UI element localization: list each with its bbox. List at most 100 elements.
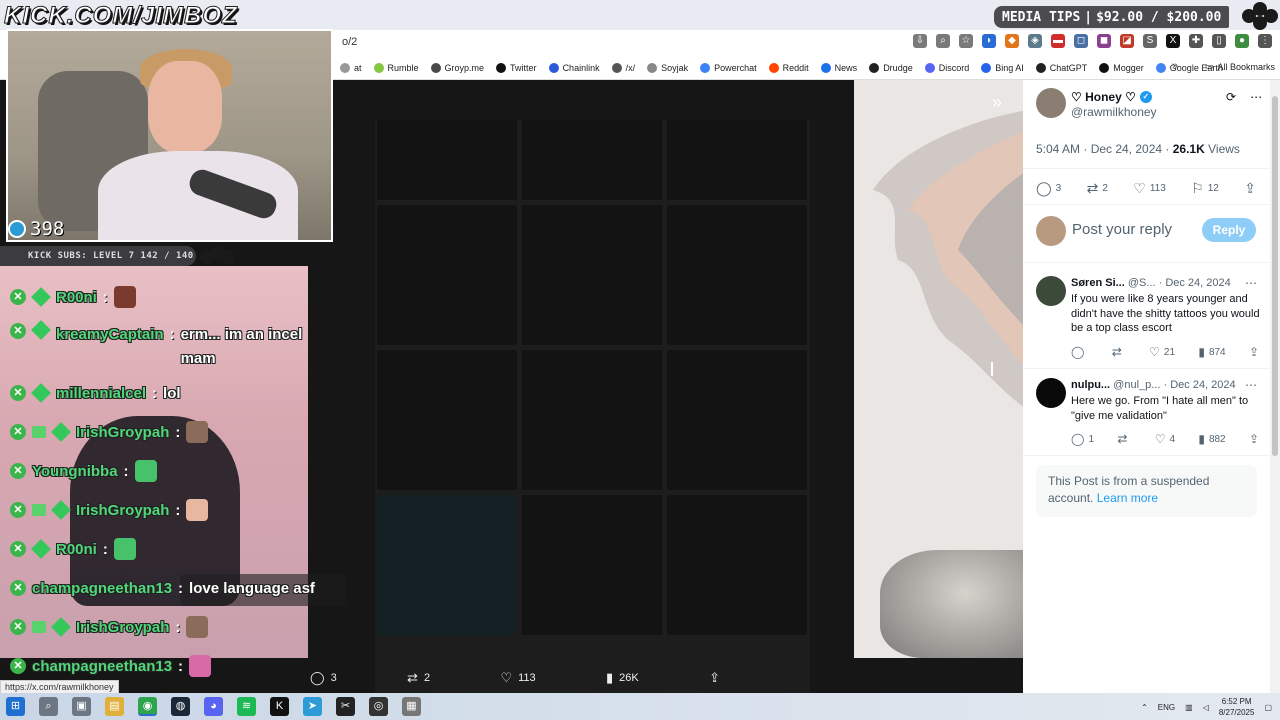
share-button[interactable]: ⇪ [709, 670, 720, 686]
telegram-icon[interactable]: ➤ [303, 697, 322, 716]
search-icon[interactable]: ⌕ [39, 697, 58, 716]
chat-username[interactable]: IrishGroypah [76, 424, 169, 441]
reply-share-button[interactable]: ⇪ [1249, 345, 1259, 359]
star-icon[interactable]: ☆ [959, 34, 973, 48]
author-name[interactable]: ♡ Honey ♡ ✓ [1071, 90, 1152, 104]
bookmark-item[interactable]: ChatGPT [1035, 62, 1087, 73]
task-view-icon[interactable]: ▣ [72, 697, 91, 716]
reply-author-name[interactable]: nulpu... [1071, 379, 1110, 391]
reply-avatar[interactable] [1036, 378, 1066, 408]
author-avatar[interactable] [1036, 88, 1066, 118]
reply-date[interactable]: · Dec 24, 2024 [1159, 277, 1231, 289]
bookmark-item[interactable]: Rumble [373, 62, 419, 73]
sidepanel-icon[interactable]: ▯ [1212, 34, 1226, 48]
install-icon[interactable]: ⇩ [913, 34, 927, 48]
volume-icon[interactable]: ◁ [1203, 703, 1209, 712]
author-handle[interactable]: @rawmilkhoney [1071, 105, 1157, 119]
reply-author-name[interactable]: Søren Si... [1071, 277, 1125, 289]
repost-button[interactable]: ⇄ 2 [407, 670, 430, 686]
menu-icon[interactable]: ⋮ [1258, 34, 1272, 48]
learn-more-link[interactable]: Learn more [1097, 491, 1158, 505]
bookmark-item[interactable]: Mogger [1099, 62, 1144, 73]
file-explorer-icon[interactable]: ▤ [105, 697, 124, 716]
reply-author-handle[interactable]: @nul_p... [1113, 379, 1160, 391]
network-icon[interactable]: ▥ [1185, 703, 1193, 712]
reply-like-button[interactable]: ♡ 21 [1149, 345, 1175, 359]
reply-date[interactable]: · Dec 24, 2024 [1163, 379, 1235, 391]
profile-icon[interactable]: ● [1235, 34, 1249, 48]
shield-icon[interactable]: ◈ [1028, 34, 1042, 48]
extension-icon[interactable]: ◪ [1120, 34, 1134, 48]
spotify-icon[interactable]: ≋ [237, 697, 256, 716]
grok-icon[interactable]: ⟳ [1226, 90, 1236, 104]
bookmarks-overflow-button[interactable]: » [1172, 60, 1178, 72]
chat-username[interactable]: R00ni [56, 289, 97, 306]
bookmark-item[interactable]: Chainlink [548, 62, 600, 73]
reply-reply-button[interactable]: ◯ 1 [1071, 432, 1094, 446]
reply-repost-button[interactable]: ⇄ [1117, 432, 1131, 446]
chat-username[interactable]: Youngnibba [32, 463, 118, 480]
chat-username[interactable]: champagneethan13 [32, 658, 172, 675]
post-reply-button[interactable]: ◯ 3 [1036, 180, 1061, 197]
clock[interactable]: 6:52 PM 8/27/2025 [1219, 696, 1255, 718]
capcut-icon[interactable]: ✂ [336, 697, 355, 716]
bookmark-item[interactable]: at [340, 62, 362, 73]
expand-panel-icon[interactable]: » [992, 92, 1002, 113]
bookmark-item[interactable]: Drudge [869, 62, 913, 73]
extension-icon[interactable]: ◗ [982, 34, 996, 48]
extension-icon[interactable]: S [1143, 34, 1157, 48]
post-repost-button[interactable]: ⇄ 2 [1087, 180, 1108, 197]
scrollbar-thumb[interactable] [1272, 96, 1278, 456]
reply-share-button[interactable]: ⇪ [1249, 432, 1259, 446]
reply-avatar[interactable] [1036, 276, 1066, 306]
extension-icon[interactable]: ◼ [1097, 34, 1111, 48]
chat-username[interactable]: IrishGroypah [76, 619, 169, 636]
chevron-up-icon[interactable]: ⌃ [1141, 703, 1148, 712]
bookmark-item[interactable]: /x/ [611, 62, 635, 73]
chrome-icon[interactable]: ◉ [138, 697, 157, 716]
bookmark-item[interactable]: Powerchat [700, 62, 757, 73]
reply-like-button[interactable]: ♡ 4 [1155, 432, 1175, 446]
zoom-icon[interactable]: ⌕ [936, 34, 950, 48]
app-icon[interactable]: ▦ [402, 697, 421, 716]
chat-username[interactable]: champagneethan13 [32, 580, 172, 597]
all-bookmarks-button[interactable]: ▭ All Bookmarks [1205, 61, 1275, 72]
bookmark-item[interactable]: Reddit [768, 62, 809, 73]
reply-button[interactable]: Reply [1202, 218, 1256, 242]
notifications-icon[interactable]: ▢ [1264, 703, 1272, 712]
puzzle-icon[interactable]: ✚ [1189, 34, 1203, 48]
views-button[interactable]: ▮ 26K [606, 670, 639, 686]
chat-username[interactable]: kreamyCaptain [56, 323, 164, 347]
more-options-icon[interactable]: ⋯ [1245, 276, 1257, 290]
post-time[interactable]: 5:04 AM · Dec 24, 2024 · [1036, 142, 1173, 156]
reply-reply-button[interactable]: ◯ [1071, 345, 1088, 359]
language-indicator[interactable]: ENG [1158, 703, 1175, 712]
extension-icon[interactable]: ◻ [1074, 34, 1088, 48]
bookmark-item[interactable]: Bing AI [981, 62, 1024, 73]
more-options-icon[interactable]: ⋯ [1245, 378, 1257, 392]
extension-icon[interactable]: ▬ [1051, 34, 1065, 48]
bookmark-item[interactable]: Discord [924, 62, 969, 73]
discord-icon[interactable]: ◕ [204, 697, 223, 716]
bookmark-item[interactable]: News [820, 62, 857, 73]
steam-icon[interactable]: ◍ [171, 697, 190, 716]
like-button[interactable]: ♡ 113 [500, 670, 535, 686]
bookmark-item[interactable]: Groyp.me [430, 62, 484, 73]
bookmark-item[interactable]: Twitter [496, 62, 537, 73]
url-text[interactable]: o/2 [342, 36, 357, 48]
chat-username[interactable]: millennialcel [56, 385, 146, 402]
windows-start-icon[interactable]: ⊞ [6, 697, 25, 716]
metamask-icon[interactable]: ◆ [1005, 34, 1019, 48]
reply-author-handle[interactable]: @S... [1128, 277, 1156, 289]
post-like-button[interactable]: ♡ 113 [1133, 180, 1166, 197]
post-bookmark-button[interactable]: ⚐ 12 [1191, 180, 1219, 197]
bookmark-item[interactable]: Soyjak [647, 62, 688, 73]
kick-app-icon[interactable]: K [270, 697, 289, 716]
post-share-button[interactable]: ⇪ [1244, 180, 1256, 197]
chat-username[interactable]: R00ni [56, 541, 97, 558]
reply-input[interactable]: Post your reply [1072, 221, 1172, 238]
reply-views-button[interactable]: ▮ 874 [1198, 345, 1225, 359]
reply-repost-button[interactable]: ⇄ [1112, 345, 1126, 359]
more-options-icon[interactable]: ⋯ [1250, 90, 1262, 104]
obs-icon[interactable]: ◎ [369, 697, 388, 716]
